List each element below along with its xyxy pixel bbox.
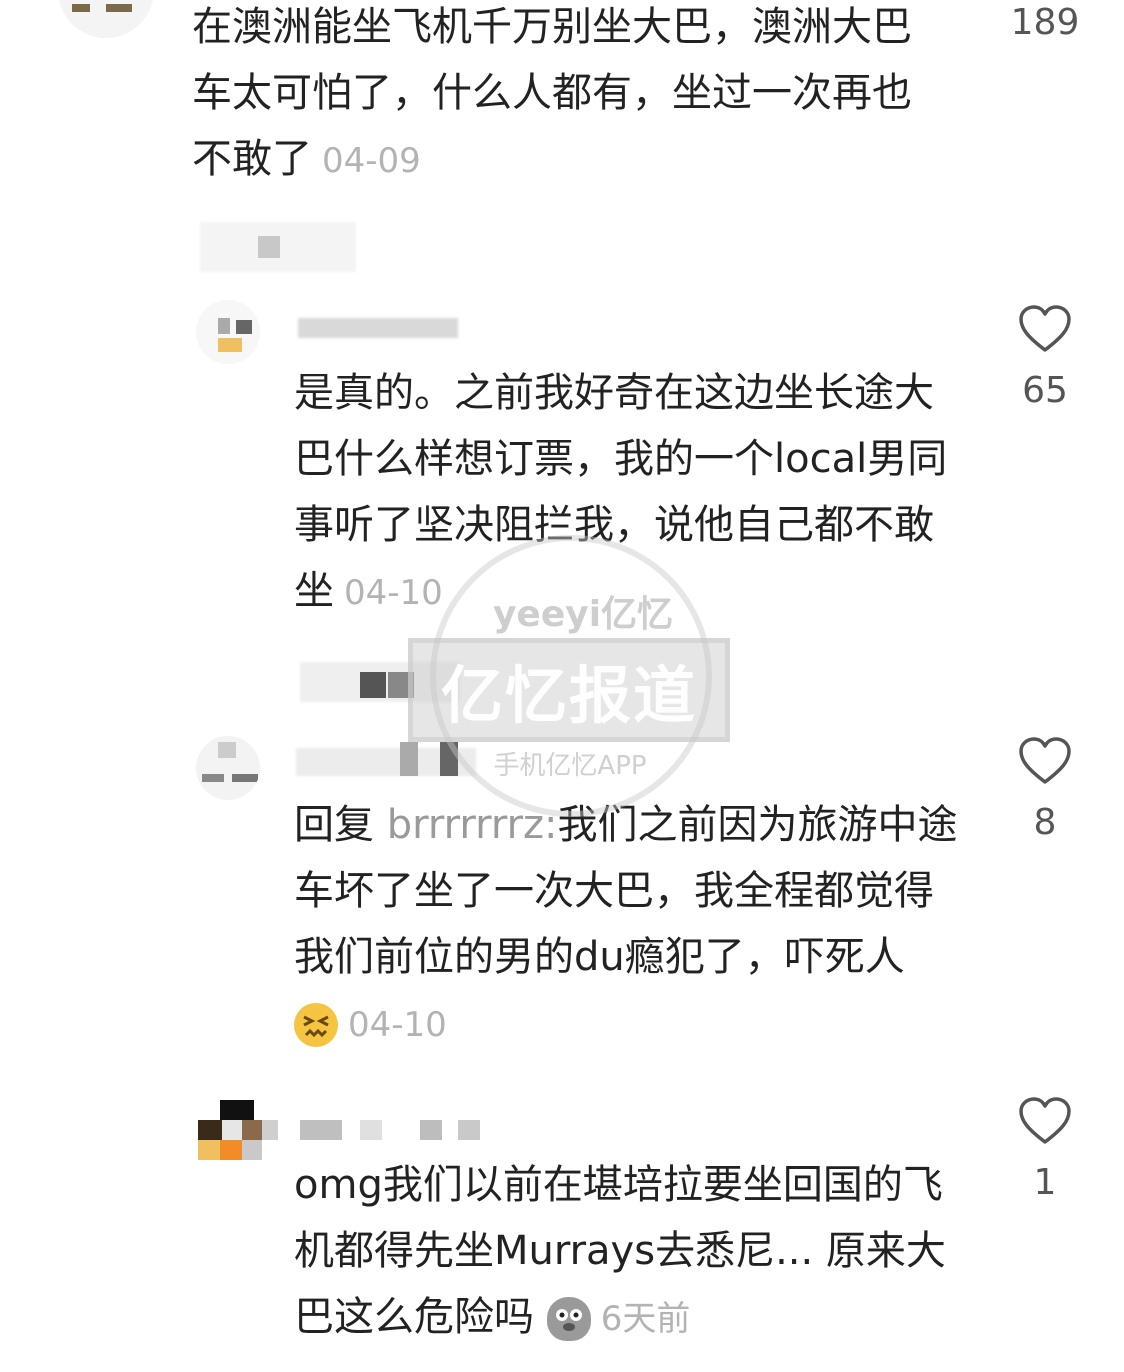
watermark-main-text: 亿忆报道 bbox=[440, 659, 697, 732]
avatar[interactable] bbox=[196, 736, 260, 800]
comment-date: 04-10 bbox=[344, 573, 443, 613]
avatar[interactable] bbox=[198, 1100, 278, 1164]
comment-body: 在澳洲能坐飞机千万别坐大巴，澳洲大巴车太可怕了，什么人都有，坐过一次再也不敢了 0… bbox=[192, 0, 932, 194]
like-count: 8 bbox=[1033, 802, 1057, 843]
comment-date: 6天前 bbox=[600, 1299, 691, 1339]
blurred-text bbox=[360, 672, 386, 698]
username bbox=[298, 318, 458, 338]
heart-outline-icon[interactable] bbox=[1018, 304, 1072, 354]
reply-target-username[interactable]: brrrrrrrz: bbox=[387, 802, 558, 848]
comment-thread: 在澳洲能坐飞机千万别坐大巴，澳洲大巴车太可怕了，什么人都有，坐过一次再也不敢了 0… bbox=[0, 0, 1124, 1372]
username bbox=[440, 742, 458, 776]
username bbox=[458, 1120, 480, 1140]
comment-body: omg我们以前在堪培拉要坐回国的飞机都得先坐Murrays去悉尼... 原来大巴… bbox=[294, 1152, 954, 1352]
blurred-text bbox=[258, 236, 280, 258]
comment-date: 04-09 bbox=[322, 141, 421, 181]
watermark-top-text: yeeyi亿忆 bbox=[492, 594, 674, 635]
comment-body: 回复 brrrrrrrz:我们之前因为旅游中途车坏了坐了一次大巴，我全程都觉得我… bbox=[294, 792, 959, 1058]
watermark-bottom-text: 手机亿忆APP bbox=[493, 751, 647, 781]
like-count: 1 bbox=[1033, 1162, 1057, 1203]
avatar[interactable] bbox=[58, 0, 154, 38]
avatar[interactable] bbox=[196, 300, 260, 364]
like-count: 189 bbox=[1010, 2, 1080, 43]
username bbox=[400, 742, 418, 776]
username bbox=[300, 1120, 342, 1140]
reply-prefix: 回复 bbox=[294, 802, 374, 848]
username bbox=[360, 1120, 382, 1140]
heart-outline-icon[interactable] bbox=[1018, 736, 1072, 786]
comment-text: 在澳洲能坐飞机千万别坐大巴，澳洲大巴车太可怕了，什么人都有，坐过一次再也不敢了 bbox=[192, 4, 912, 182]
comment-date: 04-10 bbox=[348, 1005, 447, 1045]
like-count: 65 bbox=[1022, 370, 1068, 411]
heart-outline-icon[interactable] bbox=[1018, 1096, 1072, 1146]
username bbox=[420, 1120, 442, 1140]
confounded-face-icon bbox=[294, 1003, 338, 1047]
gray-bird-face-icon bbox=[546, 1297, 591, 1341]
